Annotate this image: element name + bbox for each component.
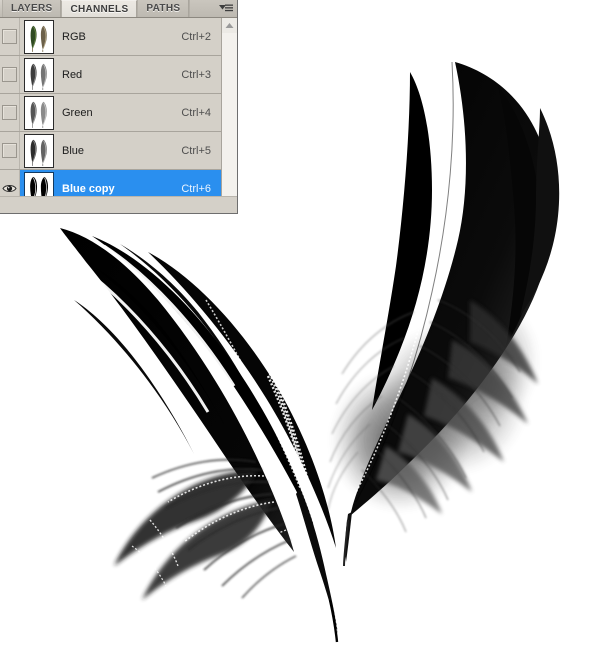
panel-tab-bar: LAYERS CHANNELS PATHS [0, 0, 237, 18]
visibility-checkbox [2, 105, 17, 120]
channel-name-green: Green [62, 106, 93, 119]
channel-row-red[interactable]: Red Ctrl+3 [0, 56, 237, 94]
visibility-checkbox [2, 29, 17, 44]
channel-thumbnail-blue [24, 133, 54, 168]
channel-row-green[interactable]: Green Ctrl+4 [0, 94, 237, 132]
channel-thumbnail-rgb [24, 19, 54, 54]
channel-name-rgb: RGB [62, 30, 86, 43]
tab-channels-label: CHANNELS [70, 3, 129, 15]
channel-thumbnail-green [24, 95, 54, 130]
channel-row-blue[interactable]: Blue Ctrl+5 [0, 132, 237, 170]
channel-list-scrollbar[interactable] [221, 18, 237, 197]
panel-bottom-bar [0, 196, 237, 213]
channel-name-blue: Blue [62, 144, 85, 157]
panel-menu-icon [219, 4, 233, 12]
channels-panel: LAYERS CHANNELS PATHS RGB Ctrl+2 Red Ctr… [0, 0, 238, 214]
visibility-checkbox [2, 67, 17, 82]
scroll-up-arrow-icon [225, 23, 234, 28]
channel-shortcut-red: Ctrl+3 [181, 68, 211, 81]
scrollbar-track[interactable] [222, 33, 237, 197]
channel-name-red: Red [62, 68, 83, 81]
eye-icon [2, 185, 17, 192]
channel-shortcut-blue: Ctrl+5 [181, 144, 211, 157]
channel-list: RGB Ctrl+2 Red Ctrl+3 Green Ctrl+4 Blue … [0, 18, 237, 213]
channel-row-rgb[interactable]: RGB Ctrl+2 [0, 18, 237, 56]
tab-paths[interactable]: PATHS [137, 0, 190, 17]
thumbnail-feathers-gray [25, 58, 53, 91]
visibility-toggle-green[interactable] [0, 94, 20, 131]
thumbnail-feathers-color [25, 20, 53, 53]
visibility-toggle-red[interactable] [0, 56, 20, 93]
channel-shortcut-blue-copy: Ctrl+6 [181, 182, 211, 195]
tab-paths-label: PATHS [146, 3, 181, 14]
visibility-toggle-blue[interactable] [0, 132, 20, 169]
tab-bar-filler [189, 0, 215, 17]
visibility-checkbox [2, 143, 17, 158]
channel-shortcut-green: Ctrl+4 [181, 106, 211, 119]
channel-name-blue-copy: Blue copy [62, 182, 115, 195]
tab-layers[interactable]: LAYERS [2, 0, 62, 17]
channel-shortcut-rgb: Ctrl+2 [181, 30, 211, 43]
tab-layers-label: LAYERS [11, 3, 53, 14]
scrollbar-up-button[interactable] [222, 18, 237, 33]
panel-menu-button[interactable] [215, 0, 237, 17]
tab-channels[interactable]: CHANNELS [61, 0, 138, 17]
thumbnail-feathers-gray [25, 96, 53, 129]
channel-thumbnail-red [24, 57, 54, 92]
thumbnail-feathers-gray [25, 134, 53, 167]
visibility-toggle-rgb[interactable] [0, 18, 20, 55]
